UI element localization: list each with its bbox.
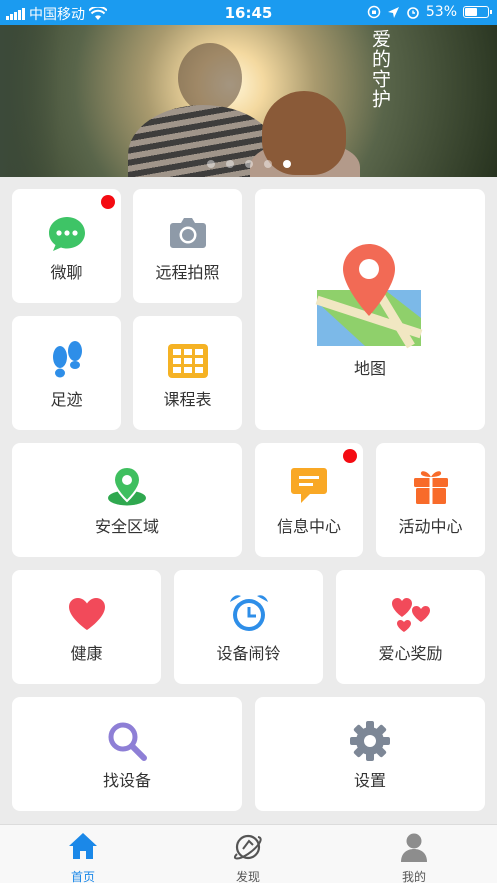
battery-percent: 53% <box>425 4 457 20</box>
carousel-dot[interactable] <box>226 160 234 168</box>
tile-map[interactable]: 地图 <box>255 189 485 430</box>
alarm-clock-icon <box>230 595 268 631</box>
tab-discover[interactable]: 发现 <box>198 825 298 883</box>
tile-map-label: 地图 <box>353 359 386 378</box>
unread-badge <box>101 195 115 209</box>
tile-footprints[interactable]: 足迹 <box>12 316 121 430</box>
alarm-status-icon <box>407 7 419 19</box>
tile-find-device[interactable]: 找设备 <box>12 697 242 811</box>
tile-find-device-label: 找设备 <box>102 771 151 790</box>
carousel-dots <box>207 160 291 168</box>
tile-activities-label: 活动中心 <box>398 517 463 536</box>
tile-rewards-label: 爱心奖励 <box>378 644 443 663</box>
camera-icon <box>170 218 206 248</box>
safe-zone-pin-icon <box>108 466 146 506</box>
tile-messages[interactable]: 信息中心 <box>255 443 363 557</box>
carousel-dot[interactable] <box>207 160 215 168</box>
tile-alarm[interactable]: 设备闹铃 <box>174 570 323 684</box>
tile-schedule[interactable]: 课程表 <box>133 316 242 430</box>
banner-caption: 爱的守护 <box>369 29 391 109</box>
tile-alarm-label: 设备闹铃 <box>216 644 281 663</box>
tile-schedule-label: 课程表 <box>163 390 212 409</box>
tile-rewards[interactable]: 爱心奖励 <box>336 570 485 684</box>
footprints-icon <box>53 341 82 378</box>
tile-settings[interactable]: 设置 <box>255 697 485 811</box>
chat-icon <box>49 217 85 251</box>
carousel-dot-active[interactable] <box>283 160 291 168</box>
tab-home[interactable]: 首页 <box>33 825 133 883</box>
banner-figure <box>178 43 242 113</box>
banner-carousel[interactable]: 爱的守护 <box>0 25 497 177</box>
tile-activities[interactable]: 活动中心 <box>376 443 485 557</box>
tile-chat[interactable]: 微聊 <box>12 189 121 303</box>
tile-health-label: 健康 <box>70 644 103 663</box>
tab-discover-label: 发现 <box>235 870 260 883</box>
home-icon <box>69 833 97 859</box>
hearts-icon <box>392 598 430 632</box>
orientation-lock-icon <box>367 5 381 19</box>
tile-footprints-label: 足迹 <box>50 390 83 409</box>
message-icon <box>291 468 327 503</box>
tile-safe-zone-label: 安全区域 <box>94 517 159 536</box>
unread-badge <box>343 449 357 463</box>
banner-shade <box>0 25 60 177</box>
gear-icon <box>350 721 390 761</box>
tab-mine[interactable]: 我的 <box>364 825 464 883</box>
tile-safe-zone[interactable]: 安全区域 <box>12 443 242 557</box>
tile-health[interactable]: 健康 <box>12 570 161 684</box>
carousel-dot[interactable] <box>264 160 272 168</box>
tile-remote-photo-label: 远程拍照 <box>155 263 220 282</box>
heart-icon <box>69 598 105 630</box>
planet-icon <box>233 834 262 860</box>
tab-bar: 首页 发现 我的 <box>0 824 497 883</box>
tile-messages-label: 信息中心 <box>276 517 341 536</box>
tile-chat-label: 微聊 <box>50 263 83 282</box>
location-icon <box>387 6 399 18</box>
carousel-dot[interactable] <box>245 160 253 168</box>
user-icon <box>401 833 427 862</box>
tile-settings-label: 设置 <box>353 771 386 790</box>
tab-home-label: 首页 <box>70 870 95 883</box>
map-icon <box>315 244 423 349</box>
status-bar: 中国移动 16:45 53% <box>0 0 497 25</box>
tile-remote-photo[interactable]: 远程拍照 <box>133 189 242 303</box>
search-icon <box>108 722 147 761</box>
schedule-grid-icon <box>168 344 208 378</box>
battery-icon <box>463 6 492 18</box>
gift-icon <box>414 471 448 504</box>
tab-mine-label: 我的 <box>401 870 426 883</box>
